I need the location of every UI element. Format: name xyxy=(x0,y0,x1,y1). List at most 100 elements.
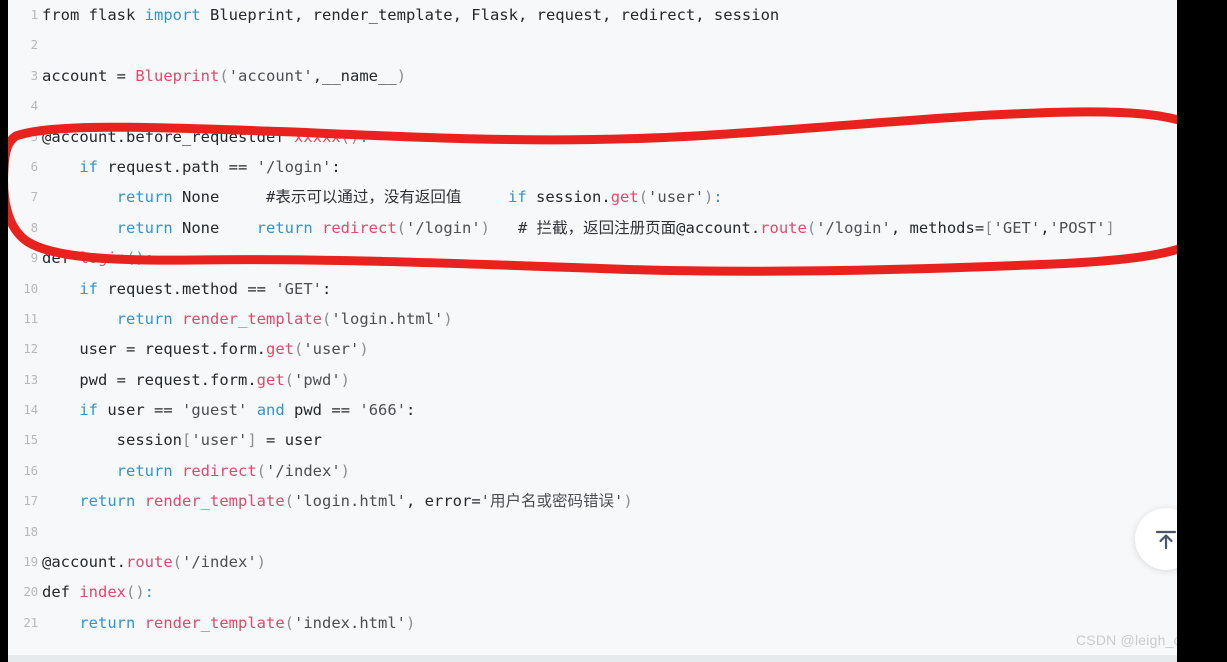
code-line[interactable]: 15 session['user'] = user xyxy=(8,425,1177,455)
code-line[interactable]: 18 xyxy=(8,517,1177,547)
code-line[interactable]: 14 if user == 'guest' and pwd == '666': xyxy=(8,395,1177,425)
code-token: index xyxy=(79,583,126,602)
code-token: ) xyxy=(359,340,369,359)
code-token: [ xyxy=(984,218,994,237)
code-token: = xyxy=(116,370,126,389)
code-token: ) xyxy=(704,188,714,207)
code-token: : xyxy=(331,157,341,176)
code-line[interactable]: 9 def login(): xyxy=(8,243,1177,273)
code-token: ) xyxy=(480,218,490,237)
code-line[interactable]: 17 return render_template('login.html', … xyxy=(8,486,1177,516)
code-token: redirect xyxy=(322,218,397,237)
code-line[interactable]: 16 return redirect('/index') xyxy=(8,456,1177,486)
code-line-text: return redirect('/index') xyxy=(42,456,350,486)
code-line[interactable]: 3 account = Blueprint('account',__name__) xyxy=(8,61,1177,91)
code-line[interactable]: 12 user = request.form.get('user') xyxy=(8,334,1177,364)
code-line-text: return None #表示可以通过，没有返回值 if session.get… xyxy=(42,182,723,212)
code-token: : xyxy=(144,583,155,602)
code-token: () xyxy=(126,249,145,268)
code-token: '/login' xyxy=(406,218,481,237)
code-token: , xyxy=(1040,218,1050,237)
code-token: session xyxy=(42,431,182,450)
code-token: if xyxy=(79,157,98,176)
code-line[interactable]: 20 def index(): xyxy=(8,577,1177,607)
code-line-text: user = request.form.get('user') xyxy=(42,334,369,364)
code-line-text: def login(): xyxy=(42,243,154,273)
code-token: ( xyxy=(284,613,294,632)
code-token: ) xyxy=(396,66,407,85)
line-number: 19 xyxy=(23,554,38,570)
line-number: 11 xyxy=(23,310,38,326)
code-token: ] xyxy=(1105,218,1115,237)
code-line[interactable]: 13 pwd = request.form.get('pwd') xyxy=(8,365,1177,395)
code-line[interactable]: 4 xyxy=(8,91,1177,121)
code-line[interactable]: 6 if request.path == '/login': xyxy=(8,152,1177,182)
code-line[interactable]: 19 @account.route('/index') xyxy=(8,547,1177,577)
code-token: return xyxy=(116,188,173,207)
code-line[interactable]: 1 from flask import Blueprint, render_tem… xyxy=(8,0,1177,30)
code-token: if xyxy=(508,188,527,207)
code-token: 'GET' xyxy=(275,279,322,298)
code-token: ) xyxy=(443,309,453,328)
code-token: return xyxy=(116,218,173,237)
code-line[interactable]: 11 return render_template('login.html') xyxy=(8,304,1177,334)
code-token: () xyxy=(126,583,145,602)
editor-bottom-strip xyxy=(8,655,1177,662)
code-token: = xyxy=(116,66,126,85)
code-line-text: @account.before_requestdef xxxxx(): xyxy=(42,122,369,152)
line-number: 5 xyxy=(30,128,39,144)
code-token: render_template xyxy=(182,309,322,328)
code-token: , error xyxy=(405,492,472,511)
code-line-text: if request.path == '/login': xyxy=(42,152,341,182)
code-token: @account. xyxy=(676,218,761,237)
code-token: [ xyxy=(181,431,192,450)
code-line-text: if request.method == 'GET': xyxy=(42,274,331,304)
code-token: ) xyxy=(623,492,633,511)
code-editor-surface: 1 from flask import Blueprint, render_tem… xyxy=(8,0,1177,655)
code-line[interactable]: 21 return render_template('index.html') xyxy=(8,608,1177,638)
code-token: : xyxy=(713,188,723,207)
code-line[interactable]: 10 if request.method == 'GET': xyxy=(8,274,1177,304)
code-token: return xyxy=(79,492,136,511)
code-token: account xyxy=(42,66,117,85)
code-token: : xyxy=(359,127,369,146)
code-line[interactable]: 8 return None return redirect('/login') … xyxy=(8,213,1177,243)
code-token: user xyxy=(42,340,126,359)
code-token: 'login.html' xyxy=(331,309,444,328)
code-token: login xyxy=(79,249,126,268)
line-number: 10 xyxy=(23,280,38,296)
line-number: 9 xyxy=(30,250,39,266)
code-lines-container[interactable]: 1 from flask import Blueprint, render_tem… xyxy=(8,0,1177,655)
code-line[interactable]: 5 @account.before_requestdef xxxxx(): xyxy=(8,122,1177,152)
code-line[interactable]: 2 xyxy=(8,30,1177,60)
code-token: session. xyxy=(526,188,611,207)
code-token: ] xyxy=(247,431,257,450)
line-number: 8 xyxy=(30,219,39,235)
code-token: ( xyxy=(294,340,304,359)
code-token: , methods xyxy=(890,218,975,237)
code-token: = xyxy=(126,340,136,359)
code-token: render_template xyxy=(144,613,285,632)
code-line-text: session['user'] = user xyxy=(42,425,322,455)
code-line[interactable]: 7 return None #表示可以通过，没有返回值 if session.g… xyxy=(8,182,1177,212)
code-token: None xyxy=(172,218,220,237)
line-number: 21 xyxy=(23,614,38,630)
code-token: '666' xyxy=(359,401,407,420)
code-token: '用户名或密码错误' xyxy=(480,492,624,511)
code-token: == xyxy=(331,401,351,420)
code-line-text: if user == 'guest' and pwd == '666': xyxy=(42,395,415,425)
